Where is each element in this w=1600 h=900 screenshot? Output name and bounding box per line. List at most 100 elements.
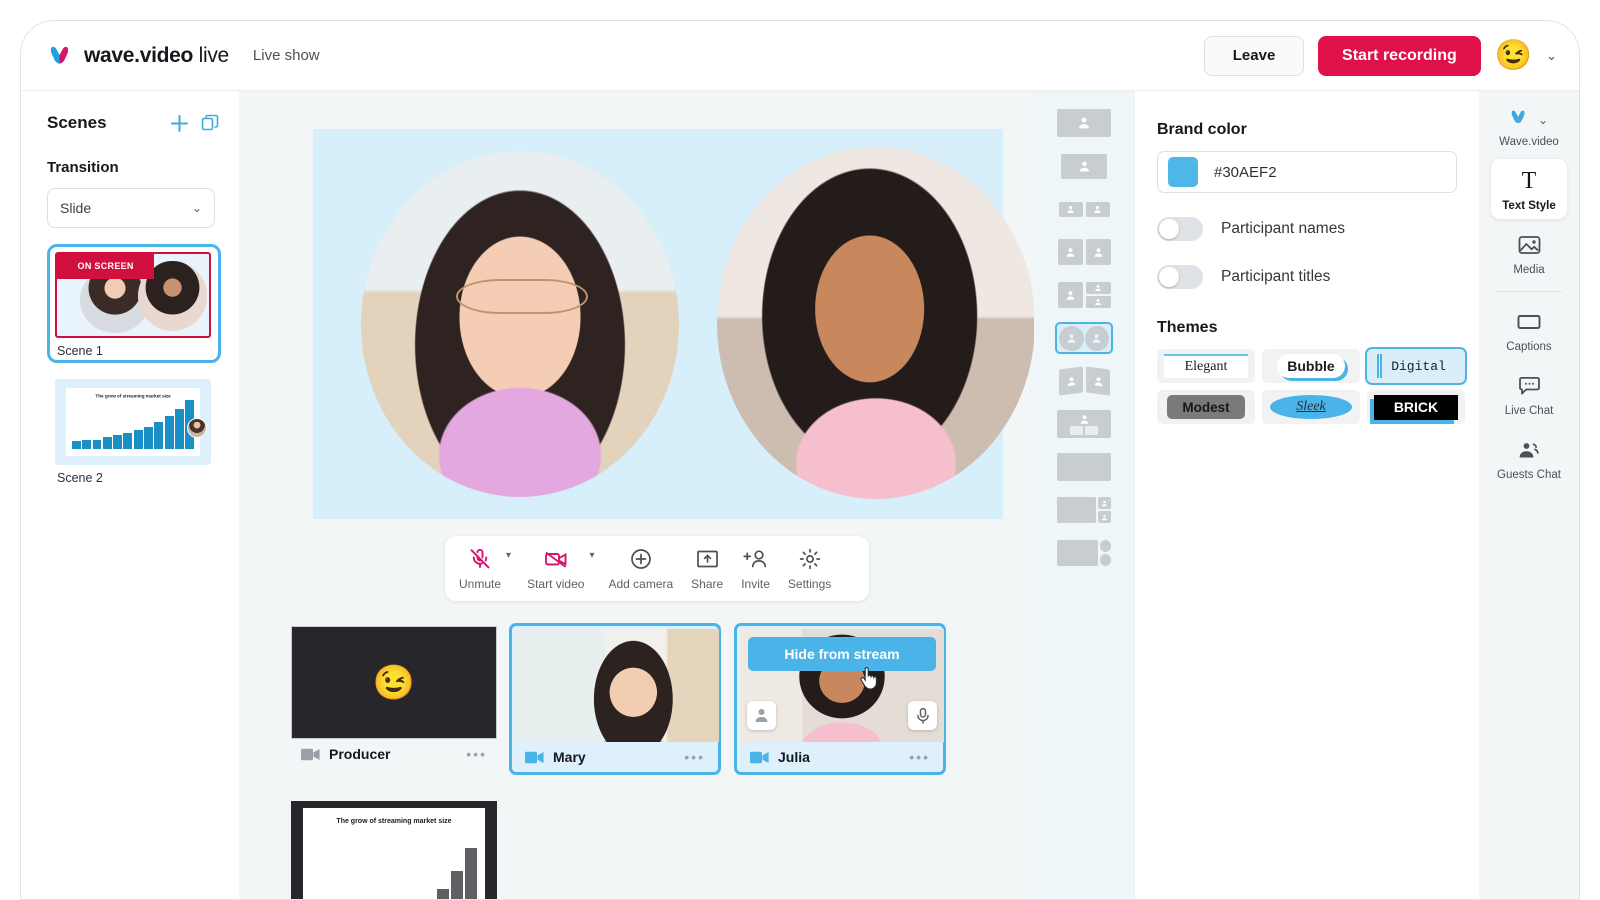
chevron-down-icon[interactable]: ⌄ bbox=[1538, 113, 1548, 127]
scene-card-1[interactable]: ON SCREEN Scene 1 bbox=[47, 244, 221, 363]
chevron-down-icon[interactable]: ▾ bbox=[506, 550, 511, 561]
transition-select[interactable]: Slide ⌄ bbox=[47, 188, 215, 228]
color-swatch[interactable] bbox=[1168, 157, 1198, 187]
share-button[interactable]: Share bbox=[691, 546, 723, 591]
participant-tile-mary[interactable]: Mary ••• bbox=[509, 623, 721, 775]
scenes-actions bbox=[170, 114, 219, 133]
rail-item-media[interactable]: Media bbox=[1491, 223, 1567, 283]
camera-icon bbox=[750, 751, 769, 764]
theme-brick[interactable]: BRICK bbox=[1367, 390, 1465, 424]
scenes-header: Scenes bbox=[47, 113, 219, 133]
scene-2-thumbnail: The grow of streaming market size bbox=[55, 379, 211, 465]
rail-label-guests-chat: Guests Chat bbox=[1497, 469, 1561, 481]
app-logo[interactable]: wave.video live bbox=[49, 44, 229, 68]
theme-sleek[interactable]: Sleek bbox=[1262, 390, 1360, 424]
start-video-button[interactable]: Start video bbox=[527, 546, 584, 591]
settings-label: Settings bbox=[788, 577, 831, 591]
brand-panel: Brand color #30AEF2 Participant names Pa… bbox=[1134, 91, 1479, 899]
producer-video: 😉 bbox=[291, 626, 497, 739]
invite-label: Invite bbox=[741, 577, 770, 591]
gear-icon bbox=[798, 546, 822, 572]
microphone-icon[interactable] bbox=[908, 701, 937, 730]
scenes-panel: Scenes Transition Slide ⌄ ON SCREEN Scen… bbox=[21, 91, 239, 900]
unmute-label: Unmute bbox=[459, 577, 501, 591]
slide-frame: The grow of streaming market size bbox=[291, 801, 497, 899]
layout-option-two-tilted[interactable] bbox=[1055, 365, 1113, 397]
participant-titles-row: Participant titles bbox=[1157, 265, 1457, 289]
layout-option-speaker-plus-two[interactable] bbox=[1055, 408, 1113, 440]
brand-color-field[interactable]: #30AEF2 bbox=[1157, 151, 1457, 193]
plus-icon[interactable] bbox=[170, 114, 189, 133]
unmute-button[interactable]: Unmute bbox=[459, 546, 501, 591]
chevron-down-icon[interactable]: ⌄ bbox=[1546, 48, 1557, 64]
media-image-icon bbox=[1517, 232, 1542, 258]
plus-circle-icon bbox=[629, 546, 653, 572]
theme-modest[interactable]: Modest bbox=[1157, 390, 1255, 424]
layout-option-screen-plus-right[interactable] bbox=[1055, 537, 1113, 569]
producer-name: Producer bbox=[329, 746, 390, 762]
top-bar: wave.video live Live show Leave Start re… bbox=[21, 21, 1579, 91]
start-video-control: Start video ▾ bbox=[527, 546, 594, 591]
rail-label-text-style: Text Style bbox=[1502, 200, 1555, 212]
rail-label-wave-video: Wave.video bbox=[1499, 136, 1559, 148]
brand-color-title: Brand color bbox=[1157, 121, 1457, 139]
hide-from-stream-tooltip[interactable]: Hide from stream bbox=[748, 637, 936, 671]
layout-option-screen-plus-two[interactable] bbox=[1055, 494, 1113, 526]
rail-label-media: Media bbox=[1513, 264, 1544, 276]
rail-item-text-style[interactable]: T Text Style bbox=[1491, 159, 1567, 219]
rail-item-live-chat[interactable]: Live Chat bbox=[1491, 364, 1567, 424]
rail-item-wave-video[interactable]: ⌄ Wave.video bbox=[1491, 101, 1567, 155]
rail-divider bbox=[1496, 291, 1562, 292]
media-toolbar: Unmute ▾ Start video ▾ bbox=[445, 536, 869, 601]
theme-elegant[interactable]: Elegant bbox=[1157, 349, 1255, 383]
chevron-down-icon[interactable]: ▾ bbox=[589, 550, 594, 561]
layout-option-single-centered[interactable] bbox=[1055, 150, 1113, 182]
participant-titles-toggle[interactable] bbox=[1157, 265, 1203, 289]
layout-option-single-full[interactable] bbox=[1055, 107, 1113, 139]
mary-menu-button[interactable]: ••• bbox=[684, 749, 705, 765]
layout-picker bbox=[1034, 91, 1134, 899]
invite-button[interactable]: Invite bbox=[741, 546, 770, 591]
duplicate-icon[interactable] bbox=[201, 114, 219, 132]
layout-option-two-small-row[interactable] bbox=[1055, 193, 1113, 225]
theme-bubble-label: Bubble bbox=[1277, 354, 1346, 378]
avatar[interactable]: 😉 bbox=[1495, 41, 1532, 71]
layout-option-blank[interactable] bbox=[1055, 451, 1113, 483]
person-icon[interactable] bbox=[747, 701, 776, 730]
layout-option-one-plus-two-stack[interactable] bbox=[1055, 279, 1113, 311]
guests-chat-icon bbox=[1516, 437, 1542, 463]
julia-menu-button[interactable]: ••• bbox=[909, 749, 930, 765]
theme-modest-label: Modest bbox=[1167, 395, 1245, 419]
slide-tile[interactable]: The grow of streaming market size bbox=[291, 801, 497, 899]
scene-2-label: Scene 2 bbox=[55, 471, 221, 485]
theme-bubble[interactable]: Bubble bbox=[1262, 349, 1360, 383]
mary-name: Mary bbox=[553, 749, 586, 765]
participant-tile-producer[interactable]: 😉 Producer ••• bbox=[291, 626, 497, 769]
scene-card-2[interactable]: The grow of streaming market size Scene … bbox=[47, 379, 221, 485]
rail-label-live-chat: Live Chat bbox=[1505, 405, 1554, 417]
slide-bars bbox=[313, 834, 477, 899]
add-camera-button[interactable]: Add camera bbox=[608, 546, 673, 591]
start-recording-button[interactable]: Start recording bbox=[1318, 36, 1481, 76]
wave-video-header: ⌄ bbox=[1510, 110, 1548, 130]
participant-names-row: Participant names bbox=[1157, 217, 1457, 241]
rail-item-guests-chat[interactable]: Guests Chat bbox=[1491, 428, 1567, 488]
brand-title: wave.video live bbox=[84, 44, 229, 68]
leave-button[interactable]: Leave bbox=[1204, 36, 1304, 76]
scene-1-thumbnail: ON SCREEN bbox=[55, 252, 211, 338]
layout-option-two-circles[interactable] bbox=[1055, 322, 1113, 354]
share-label: Share bbox=[691, 577, 723, 591]
participant-tile-julia[interactable]: Hide from stream bbox=[734, 623, 946, 775]
live-preview[interactable] bbox=[313, 129, 1003, 519]
producer-menu-button[interactable]: ••• bbox=[466, 746, 487, 762]
theme-digital[interactable]: Digital bbox=[1367, 349, 1465, 383]
layout-option-two-equal[interactable] bbox=[1055, 236, 1113, 268]
participant-names-toggle[interactable] bbox=[1157, 217, 1203, 241]
settings-button[interactable]: Settings bbox=[788, 546, 831, 591]
start-video-label: Start video bbox=[527, 577, 584, 591]
rail-item-captions[interactable]: Captions bbox=[1491, 300, 1567, 360]
scene-1-label: Scene 1 bbox=[55, 344, 213, 358]
stage-area: Unmute ▾ Start video ▾ bbox=[239, 91, 1134, 899]
preview-participant-julia bbox=[717, 147, 1035, 499]
mouse-cursor bbox=[859, 667, 879, 696]
